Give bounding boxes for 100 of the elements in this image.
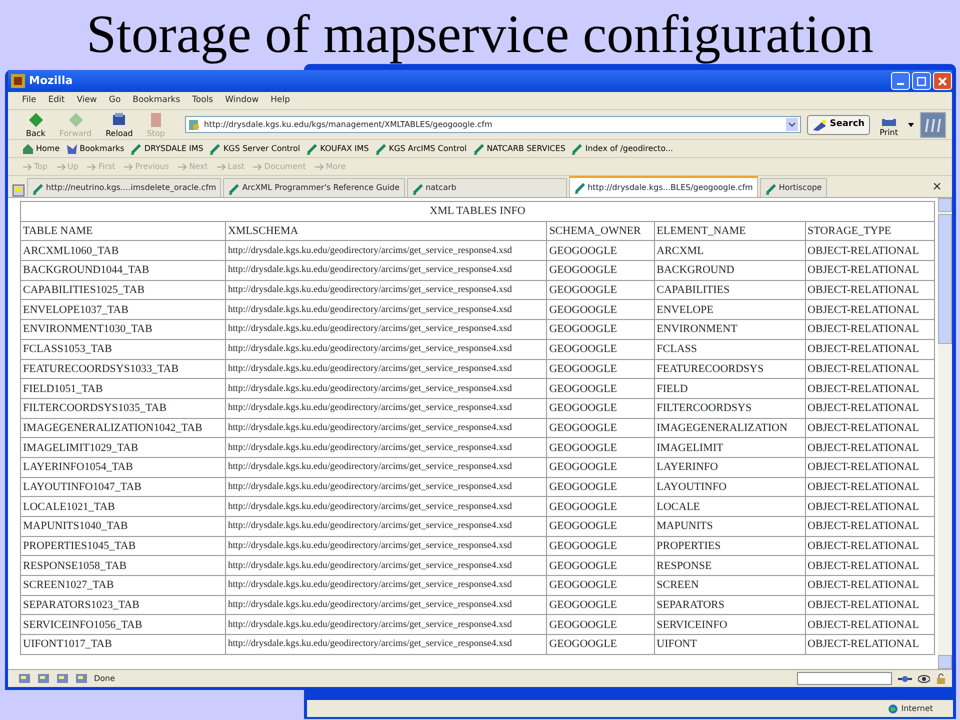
pen-icon (412, 182, 424, 194)
table-cell: OBJECT-RELATIONAL (805, 359, 934, 379)
caret-icon[interactable] (908, 122, 914, 126)
menu-item[interactable]: Tools (192, 94, 214, 107)
table-cell: http://drysdale.kgs.ku.edu/geodirectory/arcims/get_service_response4.xsd (225, 496, 547, 516)
bookmark-link[interactable]: Home (22, 142, 60, 154)
pen-icon (130, 142, 142, 155)
bookmark-link[interactable]: Index of /geodirecto... (571, 142, 674, 155)
table-cell: OBJECT-RELATIONAL (805, 418, 934, 438)
bookmark-link[interactable]: DRYSDALE IMS (130, 142, 204, 155)
table-cell: http://drysdale.kgs.ku.edu/geodirectory/arcims/get_service_response4.xsd (225, 438, 547, 458)
browser-tab[interactable]: http://neutrino.kgs....imsdelete_oracle.cfm (27, 178, 222, 197)
table-cell: ARCXML (654, 240, 806, 261)
bookmark-link[interactable]: KGS Server Control (209, 142, 300, 155)
bookmark-link[interactable]: NATCARB SERVICES (472, 142, 566, 155)
arrow-icon (177, 162, 188, 172)
table-cell: OBJECT-RELATIONAL (805, 339, 934, 359)
table-cell: FIELD (654, 378, 806, 398)
reload-button[interactable]: Reload (102, 111, 137, 138)
column-header: STORAGE_TYPE (805, 221, 934, 241)
back-button[interactable]: Back (22, 111, 50, 138)
table-cell: http://drysdale.kgs.ku.edu/geodirectory/arcims/get_service_response4.xsd (225, 477, 547, 497)
table-cell: BACKGROUND (654, 260, 806, 280)
menu-item[interactable]: Window (225, 94, 259, 107)
close-button[interactable] (933, 72, 952, 90)
table-cell: http://drysdale.kgs.ku.edu/geodirectory/arcims/get_service_response4.xsd (225, 457, 547, 478)
table-cell: UIFONT (654, 634, 806, 654)
table-cell: ENVELOPE (654, 300, 806, 320)
browser-tab[interactable]: natcarb (406, 178, 567, 197)
table-cell: http://drysdale.kgs.ku.edu/geodirectory/arcims/get_service_response4.xsd (225, 339, 547, 359)
table-cell: LAYERINFO1054_TAB (20, 457, 226, 478)
table-cell: LOCALE1021_TAB (20, 496, 226, 516)
table-cell: GEOGOOGLE (546, 339, 654, 359)
printer-icon (880, 112, 898, 128)
table-cell: IMAGELIMIT1029_TAB (20, 438, 226, 458)
table-cell: IMAGEGENERALIZATION (654, 418, 806, 438)
browser-tab[interactable]: Hortiscope (760, 178, 827, 197)
dropdown-icon[interactable] (786, 118, 798, 131)
table-cell: http://drysdale.kgs.ku.edu/geodirectory/arcims/get_service_response4.xsd (225, 359, 547, 379)
table-cell: PROPERTIES1045_TAB (20, 536, 226, 556)
address-field[interactable]: http://drysdale.kgs.ku.edu/kgs/management/XMLTABLES/geogoogle.cfm (185, 116, 801, 133)
table-cell: OBJECT-RELATIONAL (805, 595, 934, 615)
table-cell: http://drysdale.kgs.ku.edu/geodirectory/arcims/get_service_response4.xsd (225, 634, 547, 654)
browser-tab[interactable]: ArcXML Programmer's Reference Guide (223, 178, 405, 197)
search-icon (812, 118, 827, 132)
pen-icon (574, 181, 586, 194)
arrow-icon (123, 162, 134, 172)
close-tab-button[interactable]: × (926, 177, 948, 197)
menu-item[interactable]: Edit (48, 94, 65, 107)
minimize-button[interactable] (891, 72, 910, 90)
menu-item[interactable]: View (76, 94, 97, 107)
table-cell: MAPUNITS1040_TAB (20, 516, 226, 536)
menu-item[interactable]: Bookmarks (132, 94, 180, 107)
table-cell: LAYOUTINFO1047_TAB (20, 477, 226, 497)
table-cell: GEOGOOGLE (546, 240, 654, 261)
table-cell: GEOGOOGLE (546, 398, 654, 418)
maximize-icon (917, 76, 926, 86)
table-cell: OBJECT-RELATIONAL (805, 614, 934, 635)
table-cell: FCLASS1053_TAB (20, 339, 226, 359)
menu-item[interactable]: File (22, 94, 36, 107)
table-caption: XML TABLES INFO (20, 202, 934, 222)
table-cell: CAPABILITIES (654, 280, 806, 300)
table-cell: GEOGOOGLE (546, 576, 654, 596)
table-cell: OBJECT-RELATIONAL (805, 477, 934, 497)
pen-icon (32, 182, 44, 194)
browser-tab[interactable]: http://drysdale.kgs...BLES/geogoogle.cfm (568, 176, 758, 197)
table-cell: GEOGOOGLE (546, 516, 654, 536)
table-cell: ENVIRONMENT1030_TAB (20, 320, 226, 340)
table-cell: OBJECT-RELATIONAL (805, 398, 934, 418)
bookmark-link[interactable]: KOUFAX IMS (306, 142, 369, 155)
scrollbar[interactable] (938, 198, 952, 669)
pen-icon (764, 182, 777, 194)
status-text: Done (94, 672, 116, 684)
maximize-button[interactable] (912, 72, 931, 90)
table-cell: OBJECT-RELATIONAL (805, 280, 934, 300)
table-cell: MAPUNITS (654, 516, 806, 536)
table-cell: PROPERTIES (654, 536, 806, 556)
lock-icon (936, 672, 946, 684)
table-cell: ENVIRONMENT (654, 320, 806, 340)
table-cell: UIFONT1017_TAB (20, 634, 226, 654)
menu-item[interactable]: Go (108, 94, 121, 107)
search-button[interactable]: Search (806, 114, 870, 134)
globe-icon (888, 704, 898, 714)
menu-item[interactable]: Help (270, 94, 290, 107)
table-cell: http://drysdale.kgs.ku.edu/geodirectory/arcims/get_service_response4.xsd (225, 576, 547, 596)
arrow-icon (86, 162, 96, 172)
table-cell: GEOGOOGLE (546, 595, 654, 615)
bookmark-link[interactable]: KGS ArcIMS Control (374, 142, 467, 155)
table-cell: OBJECT-RELATIONAL (805, 260, 934, 280)
logo-icon (920, 112, 946, 138)
table-cell: SCREEN1027_TAB (20, 576, 226, 596)
table-cell: http://drysdale.kgs.ku.edu/geodirectory/arcims/get_service_response4.xsd (225, 614, 547, 635)
table-cell: OBJECT-RELATIONAL (805, 240, 934, 261)
pen-icon (472, 142, 485, 155)
print-button[interactable]: Print (876, 112, 902, 136)
bookmark-link[interactable]: Bookmarks (66, 142, 124, 154)
tab-list-icon[interactable] (12, 184, 25, 197)
table-cell: SERVICEINFO1056_TAB (20, 614, 226, 635)
pen-icon (374, 142, 387, 155)
table-cell: GEOGOOGLE (546, 496, 654, 516)
